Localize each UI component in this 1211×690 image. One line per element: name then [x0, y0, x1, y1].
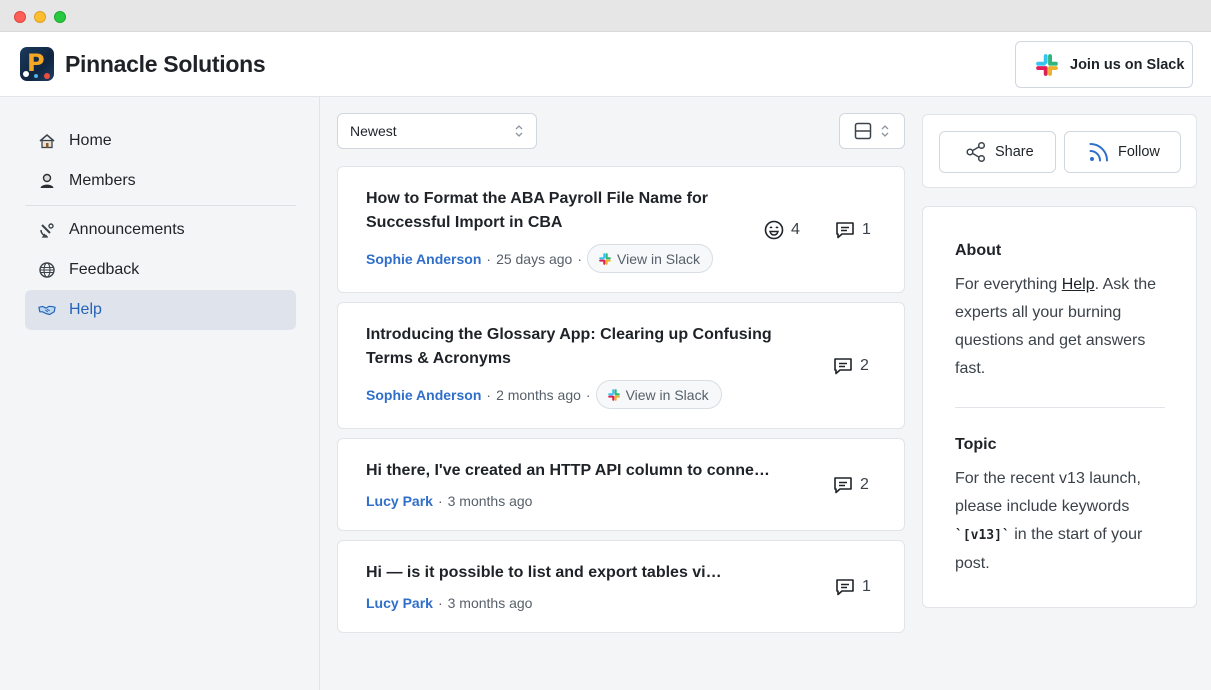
- app-header: P Pinnacle Solutions Join us on Slack: [0, 32, 1211, 97]
- layout-toggle-button[interactable]: [839, 113, 905, 149]
- share-button[interactable]: Share: [939, 131, 1056, 173]
- sidebar-item-members[interactable]: Members: [25, 161, 296, 201]
- reaction-count-value: 4: [791, 221, 800, 238]
- slack-icon: [1036, 53, 1058, 76]
- comment-icon: [834, 477, 852, 494]
- post-time: 3 months ago: [447, 595, 533, 611]
- comment-icon: [834, 358, 852, 375]
- post-author[interactable]: Sophie Anderson: [366, 387, 481, 403]
- post-card[interactable]: How to Format the ABA Payroll File Name …: [337, 166, 905, 293]
- window-titlebar: [0, 0, 1211, 32]
- sidebar-divider: [25, 205, 296, 206]
- comment-count[interactable]: 2: [833, 356, 869, 376]
- share-icon: [966, 141, 986, 163]
- sidebar-item-label: Help: [69, 301, 102, 318]
- comment-count[interactable]: 2: [833, 475, 869, 495]
- sort-select-value: Newest: [350, 123, 397, 139]
- user-icon: [38, 172, 56, 190]
- post-title[interactable]: Hi — is it possible to list and export t…: [366, 561, 726, 585]
- sidebar-item-label: Members: [69, 172, 136, 189]
- follow-label: Follow: [1118, 144, 1160, 160]
- reaction-count[interactable]: 4: [764, 220, 800, 240]
- about-card: About For everything Help. Ask the exper…: [922, 206, 1197, 608]
- sort-select[interactable]: Newest: [337, 113, 537, 149]
- comment-count-value: 1: [862, 221, 871, 238]
- help-link[interactable]: Help: [1062, 276, 1095, 293]
- comment-count-value: 1: [862, 578, 871, 595]
- actions-card: Share Follow: [922, 114, 1197, 188]
- brand-name[interactable]: Pinnacle Solutions: [65, 51, 266, 78]
- chevron-up-down-icon: [515, 125, 523, 137]
- window-maximize-button[interactable]: [54, 11, 66, 23]
- window-close-button[interactable]: [14, 11, 26, 23]
- view-in-slack-label: View in Slack: [625, 386, 709, 403]
- post-card[interactable]: Hi there, I've created an HTTP API colum…: [337, 438, 905, 531]
- brand-logo[interactable]: P: [20, 47, 54, 81]
- chevron-up-down-icon: [881, 125, 889, 137]
- sidebar-item-label: Announcements: [69, 221, 185, 238]
- house-icon: [38, 132, 56, 150]
- sidebar-item-feedback[interactable]: Feedback: [25, 250, 296, 290]
- post-meta: Sophie Anderson · 2 months ago · View in…: [366, 380, 722, 409]
- follow-button[interactable]: Follow: [1064, 131, 1181, 173]
- about-heading: About: [955, 242, 1002, 259]
- sidebar-item-help[interactable]: Help: [25, 290, 296, 330]
- handshake-icon: [38, 301, 56, 319]
- sidebar-item-label: Home: [69, 132, 112, 149]
- post-title[interactable]: Introducing the Glossary App: Clearing u…: [366, 323, 776, 371]
- sidebar-item-label: Feedback: [69, 261, 140, 278]
- view-in-slack-link[interactable]: View in Slack: [587, 244, 714, 273]
- satellite-icon: [38, 221, 56, 239]
- post-card[interactable]: Introducing the Glossary App: Clearing u…: [337, 302, 905, 429]
- view-in-slack-link[interactable]: View in Slack: [595, 380, 722, 409]
- post-author[interactable]: Sophie Anderson: [366, 251, 481, 267]
- post-author[interactable]: Lucy Park: [366, 595, 433, 611]
- view-in-slack-label: View in Slack: [617, 250, 701, 267]
- topic-text: For the recent v13 launch, please includ…: [955, 470, 1143, 572]
- comment-count-value: 2: [860, 357, 869, 374]
- post-time: 25 days ago: [496, 250, 573, 267]
- topic-keyword-code: `[v13]`: [955, 528, 1010, 543]
- post-title[interactable]: How to Format the ABA Payroll File Name …: [366, 187, 736, 235]
- join-slack-label: Join us on Slack: [1070, 56, 1185, 73]
- sidebar-item-announcements[interactable]: Announcements: [25, 210, 296, 250]
- globe-icon: [38, 261, 56, 279]
- slack-icon: [599, 252, 611, 265]
- post-time: 3 months ago: [447, 493, 533, 509]
- rss-icon: [1089, 143, 1108, 162]
- post-title[interactable]: Hi there, I've created an HTTP API colum…: [366, 459, 776, 483]
- post-meta: Lucy Park · 3 months ago: [366, 493, 533, 509]
- about-text: For everything Help. Ask the experts all…: [955, 276, 1156, 377]
- post-meta: Sophie Anderson · 25 days ago · View in …: [366, 244, 714, 273]
- smiley-icon: [764, 220, 784, 240]
- share-label: Share: [995, 144, 1034, 160]
- comment-count[interactable]: 1: [835, 220, 871, 240]
- comment-icon: [836, 579, 854, 596]
- comment-count-value: 2: [860, 476, 869, 493]
- topic-heading: Topic: [955, 436, 997, 453]
- join-slack-button[interactable]: Join us on Slack: [1015, 41, 1193, 88]
- post-meta: Lucy Park · 3 months ago: [366, 595, 533, 611]
- post-card[interactable]: Hi — is it possible to list and export t…: [337, 540, 905, 633]
- window-minimize-button[interactable]: [34, 11, 46, 23]
- comment-count[interactable]: 1: [835, 577, 871, 597]
- sidebar: Home Members Announcements Feedback Help: [0, 97, 320, 690]
- slack-icon: [607, 388, 620, 401]
- comment-icon: [836, 222, 854, 239]
- post-author[interactable]: Lucy Park: [366, 493, 433, 509]
- about-divider: [955, 407, 1165, 408]
- layout-rows-icon: [854, 122, 872, 140]
- post-time: 2 months ago: [496, 386, 581, 403]
- sidebar-item-home[interactable]: Home: [25, 121, 296, 161]
